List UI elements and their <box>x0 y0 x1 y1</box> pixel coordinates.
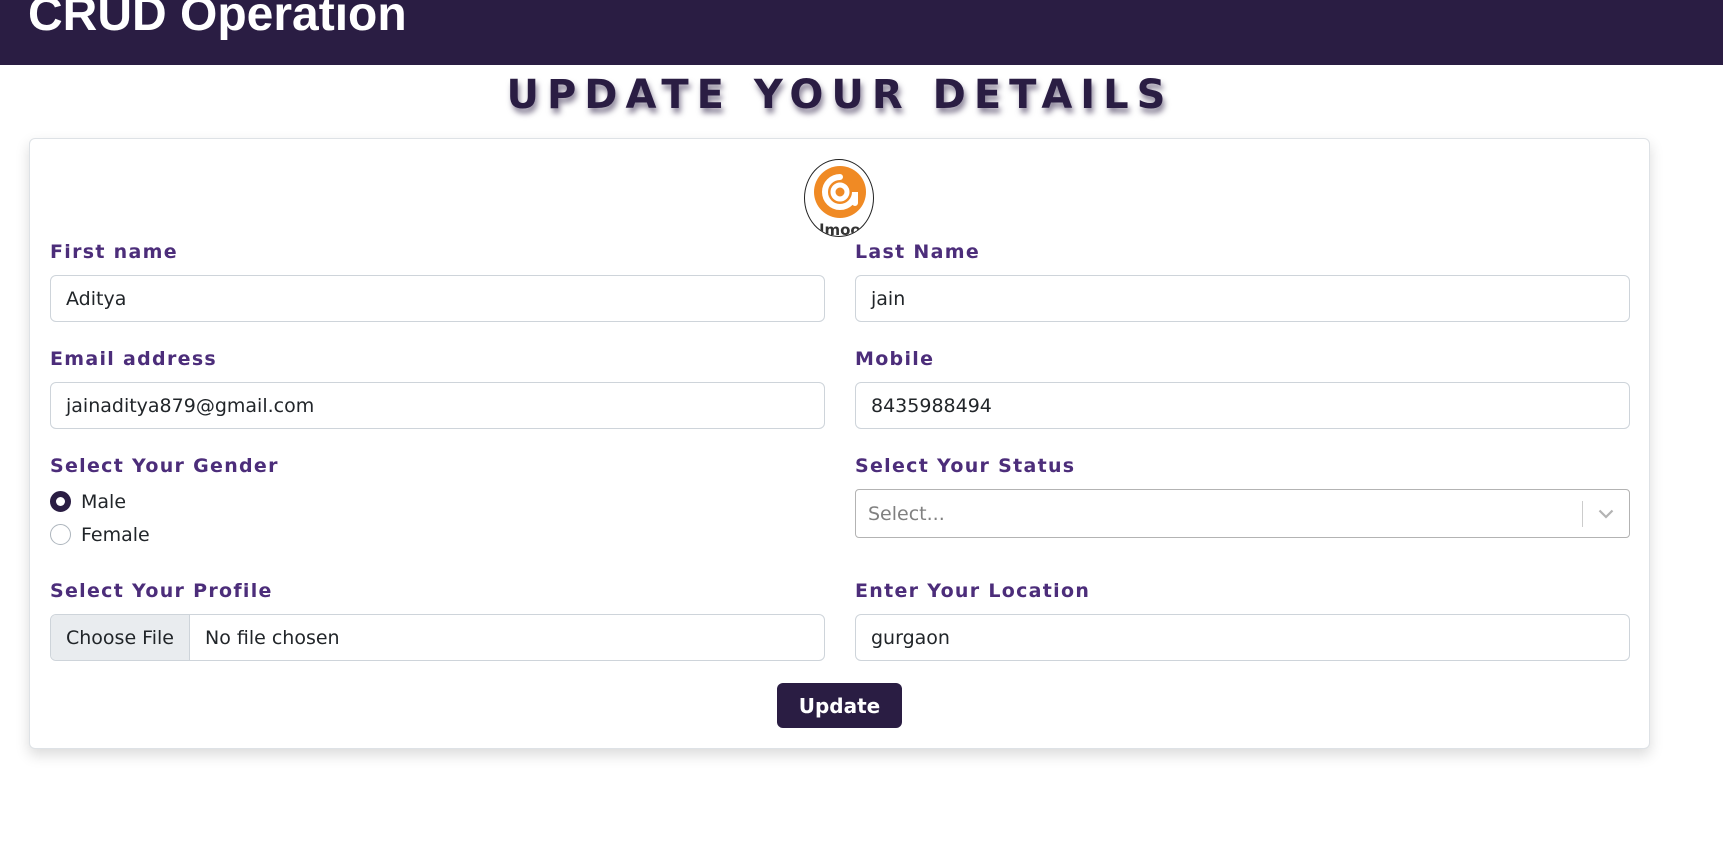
status-placeholder: Select... <box>868 502 945 525</box>
male-radio[interactable] <box>50 491 71 512</box>
email-label: Email address <box>50 348 218 370</box>
last-name-value: jain <box>871 287 906 310</box>
orange-a-logo-icon: lmoo <box>814 166 866 237</box>
last-name-input[interactable]: jain <box>855 275 1630 322</box>
location-group: Enter Your Location gurgaon <box>855 580 1630 661</box>
mobile-field[interactable]: 8435988494 <box>855 382 1630 429</box>
location-label: Enter Your Location <box>855 580 1091 602</box>
top-navbar: CRUD Operation <box>0 0 1723 65</box>
file-status-text: No file chosen <box>204 626 340 649</box>
last-name-label: Last Name <box>855 241 981 263</box>
mobile-group: Mobile 8435988494 <box>855 348 1630 429</box>
gender-group: Select Your Gender Male Female <box>50 455 825 551</box>
gender-option-male[interactable]: Male <box>50 485 825 518</box>
first-name-value: Aditya <box>66 287 127 310</box>
page-title: UPDATE YOUR DETAILS <box>506 72 1174 118</box>
profile-group: Select Your Profile Choose File No file … <box>50 580 825 661</box>
location-value: gurgaon <box>871 626 950 649</box>
update-form-card: lmoo First name Aditya Last Name jain Em… <box>29 138 1650 749</box>
avatar: lmoo <box>804 159 874 237</box>
profile-label: Select Your Profile <box>50 580 273 602</box>
last-name-group: Last Name jain <box>855 241 1630 322</box>
status-group: Select Your Status Select... <box>855 455 1630 538</box>
email-group: Email address jainaditya879@gmail.com <box>50 348 825 429</box>
mobile-label: Mobile <box>855 348 935 370</box>
female-radio-label: Female <box>81 523 150 546</box>
choose-file-button[interactable]: Choose File <box>51 615 190 660</box>
gender-option-female[interactable]: Female <box>50 518 825 551</box>
first-name-group: First name Aditya <box>50 241 825 322</box>
email-value: jainaditya879@gmail.com <box>66 394 315 417</box>
email-field[interactable]: jainaditya879@gmail.com <box>50 382 825 429</box>
female-radio[interactable] <box>50 524 71 545</box>
profile-file-input[interactable]: Choose File No file chosen <box>50 614 825 661</box>
location-input[interactable]: gurgaon <box>855 614 1630 661</box>
mobile-value: 8435988494 <box>871 394 992 417</box>
male-radio-label: Male <box>81 490 127 513</box>
first-name-label: First name <box>50 241 178 263</box>
avatar-logo-text: lmoo <box>819 221 860 237</box>
status-label: Select Your Status <box>855 455 1076 477</box>
first-name-input[interactable]: Aditya <box>50 275 825 322</box>
gender-label: Select Your Gender <box>50 455 279 477</box>
chevron-down-icon[interactable] <box>1583 509 1629 519</box>
app-title: CRUD Operation <box>28 0 407 41</box>
status-select[interactable]: Select... <box>855 489 1630 538</box>
update-button[interactable]: Update <box>777 683 902 728</box>
